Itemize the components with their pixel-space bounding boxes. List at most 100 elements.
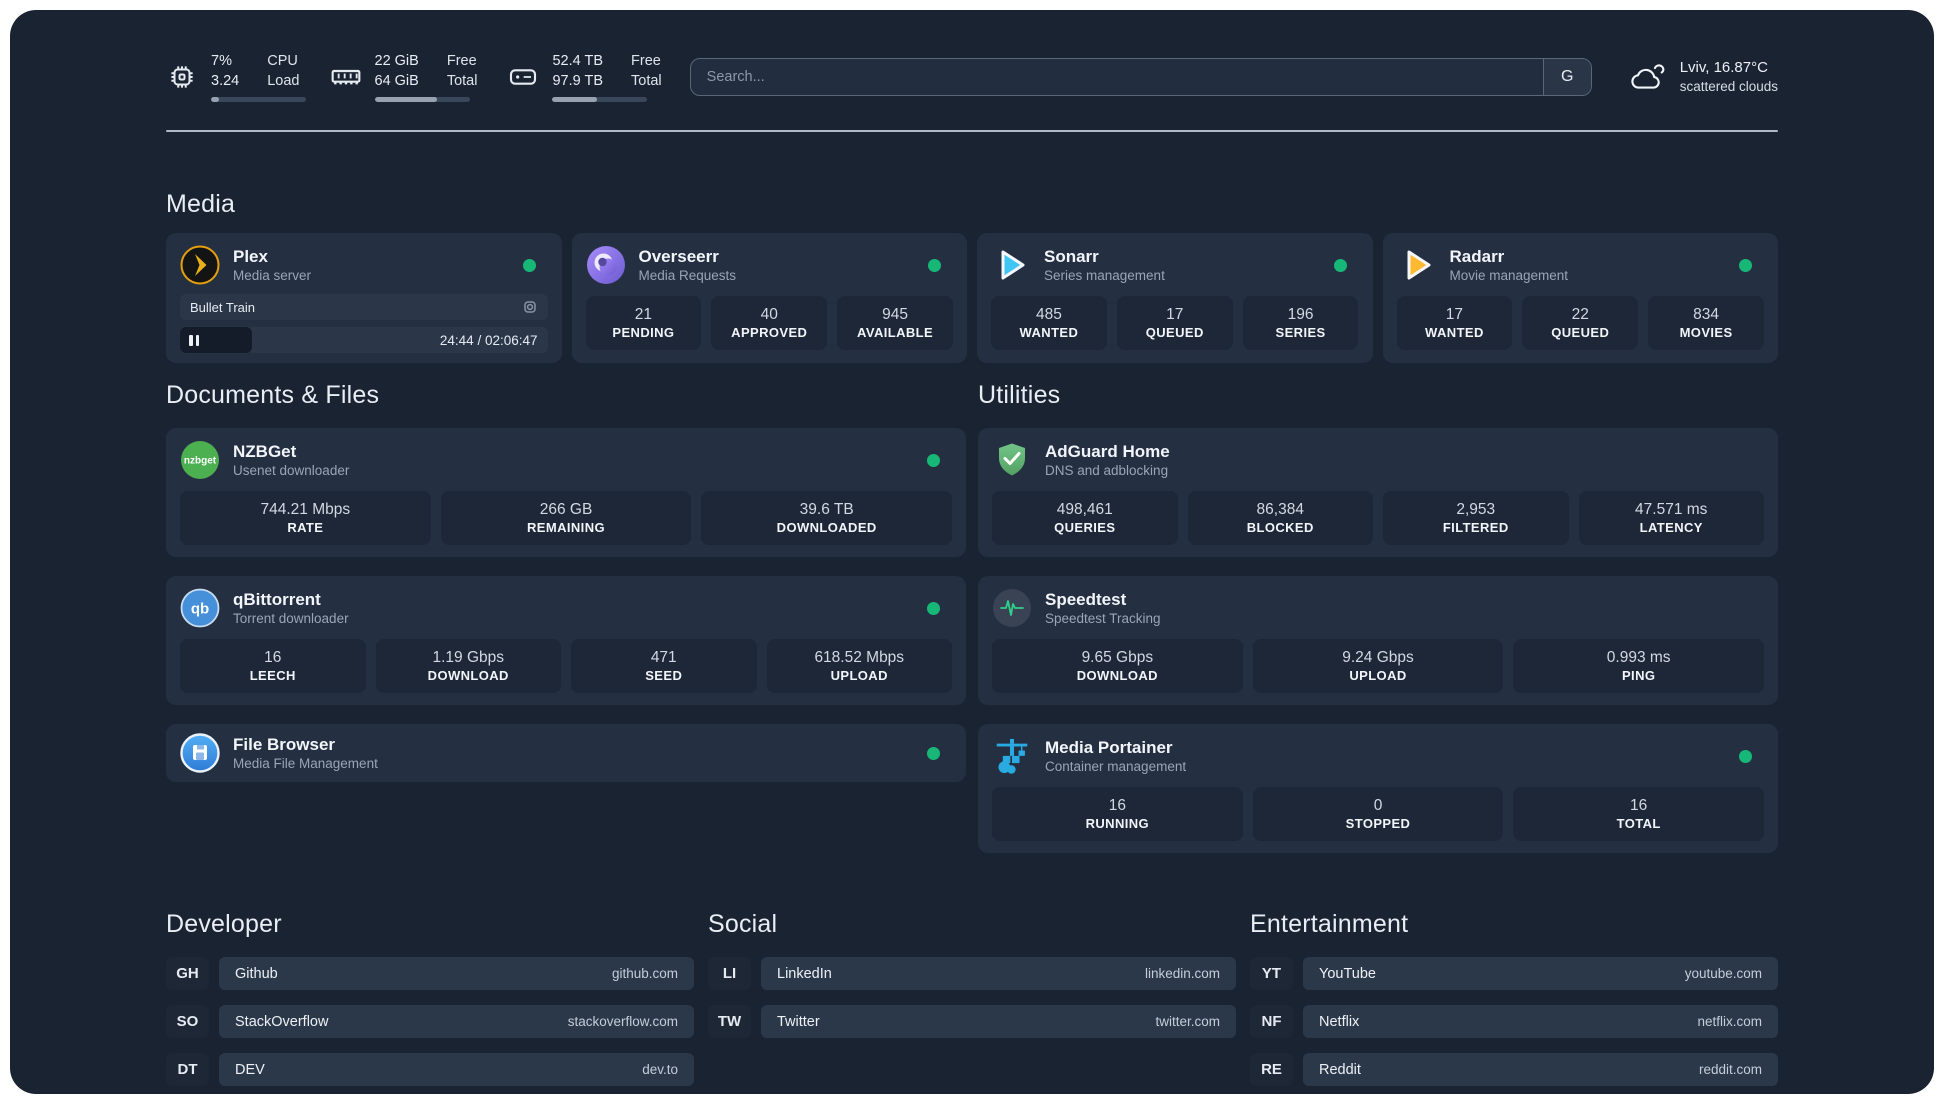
link-netflix[interactable]: NF Netflix netflix.com — [1250, 1005, 1778, 1038]
stat-ping: 0.993 ms PING — [1513, 639, 1765, 693]
developer-section: Developer GH Github github.com SO StackO… — [166, 910, 694, 1094]
link-reddit[interactable]: RE Reddit reddit.com — [1250, 1053, 1778, 1086]
app-card-portainer[interactable]: Media Portainer Container management 16 … — [978, 724, 1778, 853]
status-dot — [927, 601, 940, 615]
stat-wanted: 485 WANTED — [991, 296, 1107, 350]
stat-remaining: 266 GB REMAINING — [440, 491, 692, 545]
memory-widget: 22 GiB 64 GiB Free Total — [330, 52, 478, 102]
status-dot — [1333, 258, 1347, 272]
nzbget-icon: nzbget — [180, 440, 220, 480]
app-subtitle: Media server — [233, 267, 312, 283]
plex-icon — [180, 245, 220, 285]
netflix-badge: NF — [1250, 1005, 1293, 1038]
disk-progress-bar — [552, 96, 648, 102]
stat-latency: 47.571 ms LATENCY — [1578, 491, 1764, 545]
app-title: Sonarr — [1044, 246, 1099, 266]
app-title: Media Portainer — [1045, 737, 1173, 757]
memory-progress-bar — [374, 96, 470, 102]
stat-total: 16 TOTAL — [1513, 787, 1765, 841]
section-title-media: Media — [166, 190, 236, 218]
memory-icon — [330, 61, 362, 93]
search-engine-button[interactable]: G — [1542, 59, 1591, 95]
memory-total: 64 GiB — [374, 72, 419, 89]
app-title: NZBGet — [233, 441, 297, 461]
scattered-clouds-icon — [1628, 58, 1666, 96]
memory-free-label: Free — [446, 53, 477, 70]
link-stackoverflow[interactable]: SO StackOverflow stackoverflow.com — [166, 1005, 694, 1038]
app-card-qbittorrent[interactable]: qb qBittorrent Torrent downloader 16 LEE… — [166, 576, 966, 705]
cpu-percent: 7% — [211, 53, 232, 70]
cpu-load: 3.24 — [211, 72, 240, 89]
app-card-sonarr[interactable]: Sonarr Series management 485 WANTED 17 Q… — [977, 233, 1373, 363]
sonarr-icon — [991, 245, 1031, 285]
cpu-widget: 7% 3.24 CPU Load — [166, 52, 306, 102]
weather-condition: scattered clouds — [1679, 79, 1778, 95]
app-title: File Browser — [233, 734, 336, 754]
system-stats: 7% 3.24 CPU Load 22 GiB 64 GiB Free Tota… — [166, 52, 662, 102]
dev-badge: DT — [166, 1053, 209, 1086]
link-linkedin[interactable]: LI LinkedIn linkedin.com — [708, 957, 1236, 990]
stackoverflow-badge: SO — [166, 1005, 209, 1038]
app-title: Plex — [233, 246, 268, 266]
qbittorrent-icon: qb — [180, 588, 220, 628]
dashboard-frame: 7% 3.24 CPU Load 22 GiB 64 GiB Free Tota… — [10, 10, 1934, 1094]
disk-widget: 52.4 TB 97.9 TB Free Total — [507, 52, 662, 102]
stat-filtered: 2,953 FILTERED — [1383, 491, 1569, 545]
youtube-badge: YT — [1250, 957, 1293, 990]
svg-text:qb: qb — [191, 601, 209, 618]
radarr-icon — [1397, 245, 1437, 285]
app-subtitle: Speedtest Tracking — [1045, 610, 1161, 626]
filebrowser-icon — [180, 733, 220, 773]
linkedin-badge: LI — [708, 957, 751, 990]
disk-icon — [507, 61, 539, 93]
app-subtitle: Usenet downloader — [233, 462, 350, 478]
section-title-social: Social — [708, 910, 778, 938]
status-dot — [1739, 749, 1752, 763]
app-subtitle: Movie management — [1449, 267, 1569, 283]
disk-free: 52.4 TB — [552, 53, 604, 70]
app-card-overseerr[interactable]: Overseerr Media Requests 21 PENDING 40 A… — [571, 233, 967, 363]
app-card-filebrowser[interactable]: File Browser Media File Management — [166, 724, 966, 782]
cpu-icon — [166, 61, 198, 93]
link-twitter[interactable]: TW Twitter twitter.com — [708, 1005, 1236, 1038]
speedtest-icon — [992, 588, 1032, 628]
stat-available: 945 AVAILABLE — [837, 296, 953, 350]
overseerr-icon — [586, 245, 626, 285]
app-subtitle: DNS and adblocking — [1045, 462, 1169, 478]
stat-seed: 471 SEED — [571, 639, 757, 693]
app-subtitle: Container management — [1045, 758, 1187, 774]
stat-upload: 618.52 Mbps UPLOAD — [766, 639, 952, 693]
link-github[interactable]: GH Github github.com — [166, 957, 694, 990]
adguard-icon — [992, 440, 1032, 480]
session-settings-icon[interactable] — [522, 299, 538, 315]
portainer-icon — [992, 736, 1032, 776]
link-dev[interactable]: DT DEV dev.to — [166, 1053, 694, 1086]
link-youtube[interactable]: YT YouTube youtube.com — [1250, 957, 1778, 990]
stat-rate: 744.21 Mbps RATE — [180, 491, 431, 545]
disk-total-label: Total — [631, 72, 662, 89]
cpu-label: CPU — [267, 53, 298, 70]
app-card-radarr[interactable]: Radarr Movie management 17 WANTED 22 QUE… — [1382, 233, 1778, 363]
section-title-documents: Documents & Files — [166, 381, 380, 409]
search-bar: G — [689, 58, 1592, 96]
utilities-column: Utilities AdGuard Home DNS and adblockin… — [978, 381, 1778, 853]
playback-progress-bar[interactable]: 24:44 / 02:06:47 — [180, 327, 548, 353]
stat-queries: 498,461 QUERIES — [992, 491, 1178, 545]
app-card-adguard[interactable]: AdGuard Home DNS and adblocking 498,461 … — [978, 428, 1778, 557]
weather-widget[interactable]: Lviv, 16.87°C scattered clouds — [1628, 57, 1778, 97]
section-title-entertainment: Entertainment — [1250, 910, 1409, 938]
svg-text:nzbget: nzbget — [184, 456, 217, 467]
memory-total-label: Total — [446, 72, 478, 89]
section-title-utilities: Utilities — [978, 381, 1061, 409]
app-card-plex[interactable]: Plex Media server Bullet Train 24:44 / 0… — [166, 233, 562, 363]
stat-running: 16 RUNNING — [992, 787, 1243, 841]
header-divider — [166, 130, 1778, 132]
disk-free-label: Free — [631, 53, 661, 70]
app-card-speedtest[interactable]: Speedtest Speedtest Tracking 9.65 Gbps D… — [978, 576, 1778, 705]
weather-location-temp: Lviv, 16.87°C — [1679, 59, 1768, 77]
app-card-nzbget[interactable]: nzbget NZBGet Usenet downloader 744.21 M… — [166, 428, 966, 557]
pause-icon[interactable] — [189, 334, 199, 346]
search-input[interactable] — [690, 59, 1543, 95]
app-title: Speedtest — [1045, 589, 1127, 609]
documents-column: Documents & Files nzbget NZBGet Usenet d… — [166, 381, 966, 782]
